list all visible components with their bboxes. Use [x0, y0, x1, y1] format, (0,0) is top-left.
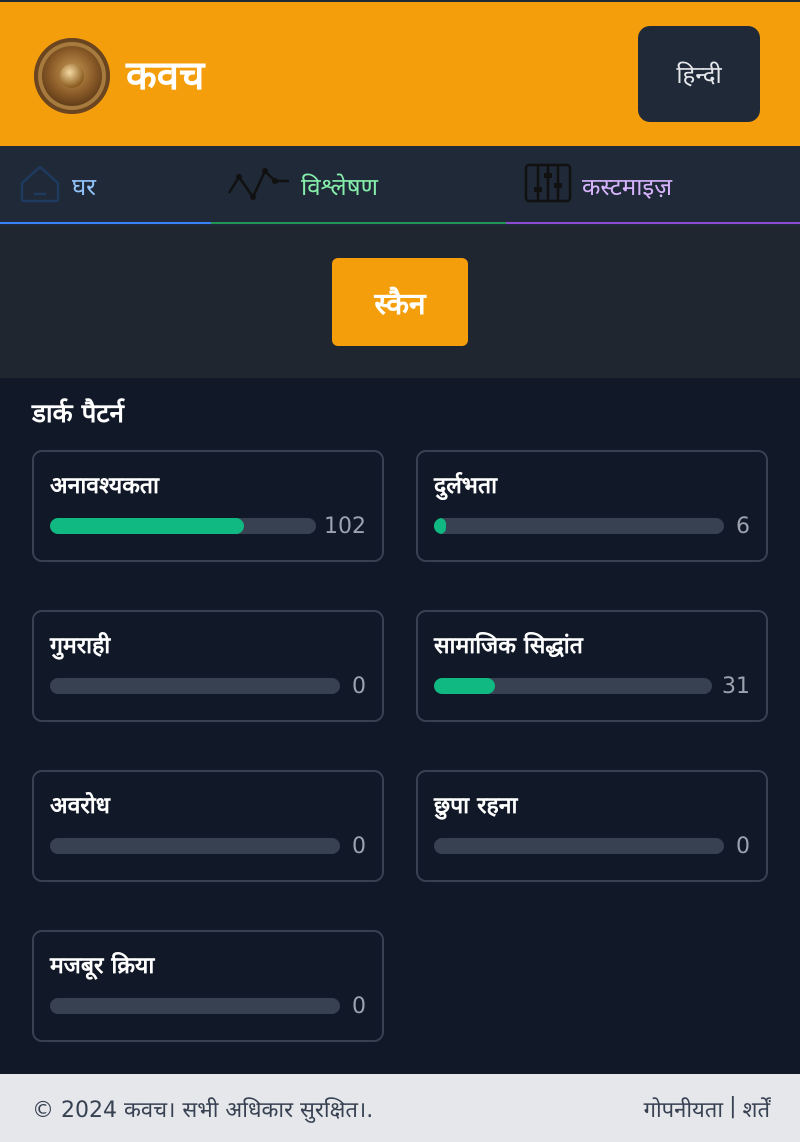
- pattern-card[interactable]: अनावश्यकता 102: [32, 450, 384, 562]
- pattern-label: गुमराही: [50, 633, 111, 659]
- pattern-card[interactable]: छुपा रहना 0: [416, 770, 768, 882]
- pattern-card[interactable]: दुर्लभता 6: [416, 450, 768, 562]
- pattern-progress-track: [50, 838, 340, 854]
- terms-link[interactable]: शर्तें: [742, 1094, 770, 1124]
- activity-chart-icon: [227, 163, 291, 209]
- tab-analysis-label: विश्लेषण: [301, 172, 378, 201]
- pattern-label: सामाजिक सिद्धांत: [434, 633, 583, 659]
- pattern-progress-fill: [50, 518, 245, 534]
- tab-home-label: घर: [72, 172, 96, 201]
- pattern-card[interactable]: मजबूर क्रिया 0: [32, 930, 384, 1042]
- tab-home[interactable]: घर: [0, 146, 211, 226]
- pattern-label: मजबूर क्रिया: [50, 953, 155, 979]
- pattern-card[interactable]: गुमराही 0: [32, 610, 384, 722]
- pattern-count: 0: [736, 834, 750, 859]
- pattern-progress-track: [50, 998, 340, 1014]
- home-icon: [18, 161, 62, 211]
- pattern-card[interactable]: अवरोध 0: [32, 770, 384, 882]
- pattern-label: अवरोध: [50, 793, 110, 819]
- pattern-label: दुर्लभता: [434, 473, 498, 499]
- tab-customize[interactable]: कस्टमाइज़: [506, 146, 800, 226]
- footer: © 2024 कवच। सभी अधिकार सुरक्षित।. गोपनीय…: [0, 1074, 800, 1142]
- tab-bar: घर विश्लेषण कस्टमाइज़: [0, 146, 800, 226]
- app-title: कवच: [126, 53, 205, 99]
- pattern-count: 0: [352, 994, 366, 1019]
- pattern-count: 0: [352, 674, 366, 699]
- pattern-count: 102: [324, 514, 366, 539]
- tab-analysis[interactable]: विश्लेषण: [211, 146, 506, 226]
- pattern-progress-track: [434, 838, 724, 854]
- app-header: कवच हिन्दी: [0, 2, 800, 146]
- scan-section: स्कैन: [0, 226, 800, 378]
- pattern-count: 31: [722, 674, 750, 699]
- pattern-progress-track: [434, 678, 712, 694]
- footer-separator: |: [729, 1094, 737, 1119]
- pattern-count: 6: [736, 514, 750, 539]
- copyright-text: © 2024 कवच। सभी अधिकार सुरक्षित।.: [32, 1098, 374, 1123]
- sliders-icon: [524, 163, 572, 209]
- pattern-progress-fill: [434, 518, 446, 534]
- pattern-progress-track: [434, 518, 724, 534]
- privacy-link[interactable]: गोपनीयता: [644, 1094, 724, 1124]
- pattern-progress-fill: [434, 678, 496, 694]
- shield-logo-icon: [34, 38, 110, 114]
- pattern-count: 0: [352, 834, 366, 859]
- pattern-progress-track: [50, 518, 316, 534]
- dark-patterns-title: डार्क पैटर्न: [32, 399, 124, 429]
- pattern-progress-track: [50, 678, 340, 694]
- pattern-label: अनावश्यकता: [50, 473, 159, 499]
- pattern-label: छुपा रहना: [434, 793, 518, 819]
- scan-button[interactable]: स्कैन: [332, 258, 468, 346]
- tab-customize-label: कस्टमाइज़: [582, 172, 673, 201]
- footer-links: गोपनीयता | शर्तें: [644, 1094, 770, 1124]
- pattern-card[interactable]: सामाजिक सिद्धांत 31: [416, 610, 768, 722]
- language-button[interactable]: हिन्दी: [638, 26, 760, 122]
